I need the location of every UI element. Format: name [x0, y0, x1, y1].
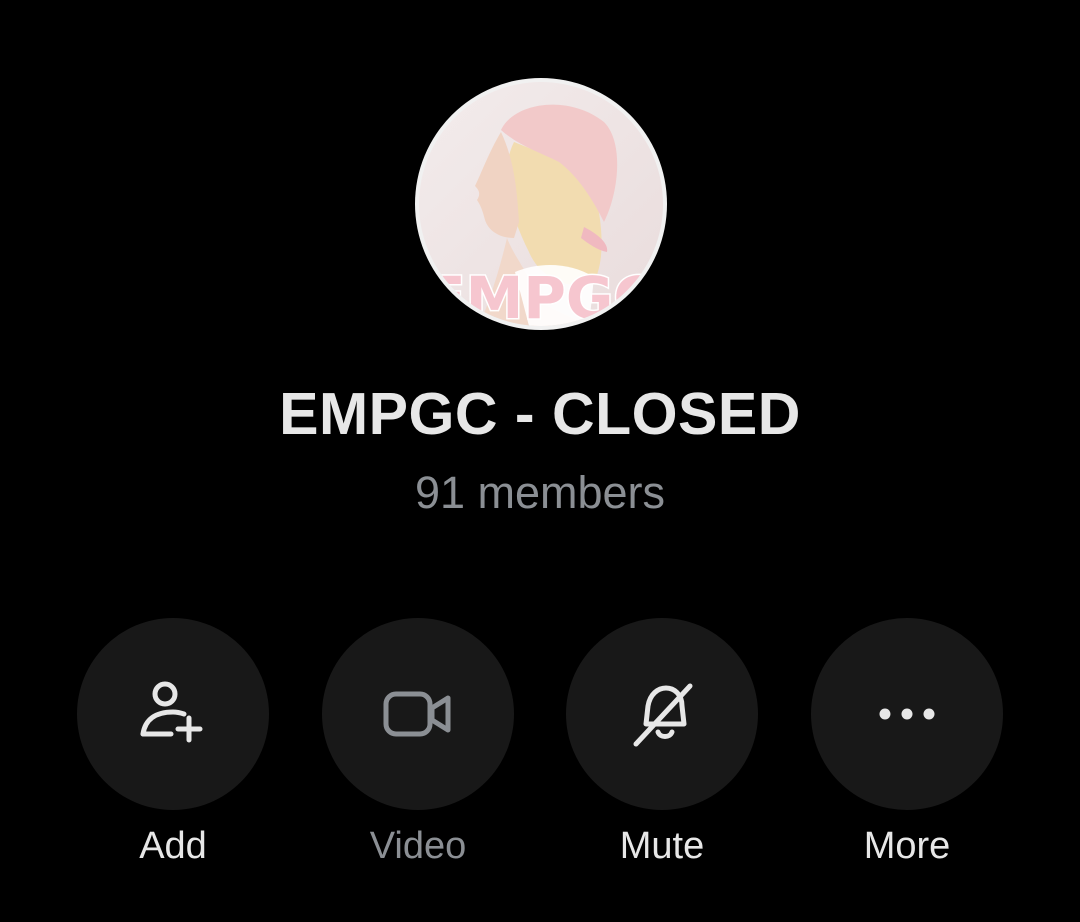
more-options-button[interactable] — [811, 618, 1003, 810]
mute-label: Mute — [619, 825, 705, 867]
video-label: Video — [369, 825, 467, 867]
more-dots-icon — [879, 708, 935, 720]
member-count[interactable]: 91 members — [0, 465, 1080, 521]
add-label: Add — [139, 825, 207, 867]
group-name: EMPGC - CLOSED — [279, 381, 801, 447]
video-call-button[interactable] — [322, 618, 514, 810]
avatar-logo-text: EMPGC — [426, 264, 656, 326]
add-person-icon — [140, 681, 203, 743]
mute-button[interactable] — [566, 618, 758, 810]
avatar-image: EMPGC — [419, 82, 663, 326]
video-camera-icon — [383, 691, 451, 737]
group-avatar[interactable]: EMPGC — [415, 78, 667, 330]
more-label: More — [863, 825, 951, 867]
bell-off-icon — [633, 683, 693, 747]
add-member-button[interactable] — [77, 618, 269, 810]
